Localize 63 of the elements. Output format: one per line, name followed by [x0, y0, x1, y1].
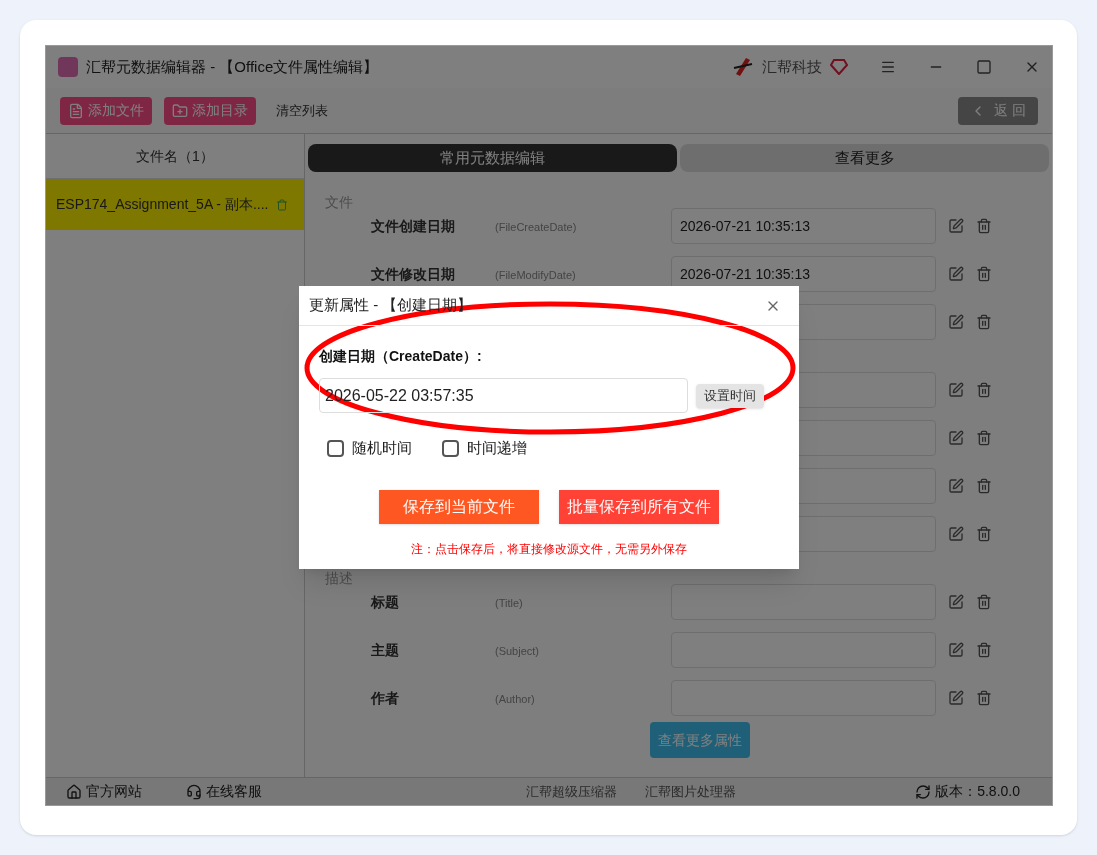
save-button[interactable]: 保存到当前文件: [379, 489, 539, 524]
set-time-button[interactable]: 设置时间: [696, 383, 764, 408]
edit-icon[interactable]: [948, 642, 964, 658]
delete-icon[interactable]: [276, 198, 289, 211]
save-button[interactable]: 批量保存到所有文件: [559, 489, 719, 524]
field-label: 文件创建日期: [371, 218, 455, 234]
edit-icon[interactable]: [948, 430, 964, 446]
delete-icon[interactable]: [976, 266, 992, 282]
edit-icon[interactable]: [948, 314, 964, 330]
refresh-icon: [915, 783, 932, 800]
field-label: 文件修改日期: [371, 266, 455, 282]
version-text: 版本：5.8.0.0: [935, 782, 1020, 801]
tab[interactable]: 查看更多: [680, 144, 1049, 172]
status-link[interactable]: 汇帮超级压缩器: [525, 781, 617, 802]
status-link[interactable]: 在线客服: [186, 781, 262, 802]
toolbar-button[interactable]: 清空列表: [268, 96, 336, 125]
tab[interactable]: 常用元数据编辑: [308, 144, 677, 172]
field-key: (Title): [495, 597, 523, 609]
field-label: 标题: [371, 594, 399, 610]
edit-icon[interactable]: [948, 218, 964, 234]
edit-icon[interactable]: [948, 526, 964, 542]
edit-icon[interactable]: [948, 594, 964, 610]
brand-logo-icon: [732, 56, 754, 78]
edit-icon[interactable]: [948, 266, 964, 282]
toolbar-button[interactable]: 添加目录: [164, 96, 256, 125]
checkbox-label: 随机时间: [352, 438, 412, 458]
field-label: 主题: [371, 642, 399, 658]
delete-icon[interactable]: [976, 382, 992, 398]
window-title: 汇帮元数据编辑器 - 【Office文件属性编辑】: [86, 56, 379, 77]
support-icon: [186, 783, 202, 800]
field-label: 作者: [371, 690, 399, 706]
brand-name: 汇帮科技: [762, 56, 822, 77]
folder-icon: [172, 102, 188, 119]
checkbox-label: 时间递增: [467, 438, 527, 458]
status-link[interactable]: 官方网站: [66, 781, 142, 802]
edit-icon[interactable]: [948, 382, 964, 398]
field-key: (Author): [495, 693, 535, 705]
delete-icon[interactable]: [976, 526, 992, 542]
app-logo-icon: [58, 57, 78, 77]
column-header: 文件名（1）: [136, 146, 214, 166]
field-label: 创建日期（CreateDate）:: [319, 348, 482, 364]
file-item[interactable]: ESP174_Assignment_5A - 副本....: [46, 178, 304, 230]
note-text: 注：点击保存后，将直接修改源文件，无需另外保存: [411, 540, 687, 558]
heart-icon: [830, 59, 848, 75]
delete-icon[interactable]: [976, 218, 992, 234]
file-icon: [68, 102, 84, 119]
edit-icon[interactable]: [948, 690, 964, 706]
delete-icon[interactable]: [976, 430, 992, 446]
delete-icon[interactable]: [976, 642, 992, 658]
toolbar-button[interactable]: 添加文件: [60, 96, 152, 125]
delete-icon[interactable]: [976, 594, 992, 610]
home-icon: [66, 783, 82, 800]
edit-icon[interactable]: [948, 478, 964, 494]
delete-icon[interactable]: [976, 314, 992, 330]
delete-icon[interactable]: [976, 690, 992, 706]
field-key: (FileModifyDate): [495, 269, 576, 281]
menu-icon[interactable]: [880, 59, 896, 75]
field-key: (Subject): [495, 645, 540, 657]
maximize-icon[interactable]: [976, 59, 992, 75]
status-link[interactable]: 汇帮图片处理器: [644, 781, 736, 802]
delete-icon[interactable]: [976, 478, 992, 494]
input-field[interactable]: 2026-07-21 10:35:13: [671, 208, 936, 244]
field-key: (FileCreateDate): [495, 221, 577, 233]
